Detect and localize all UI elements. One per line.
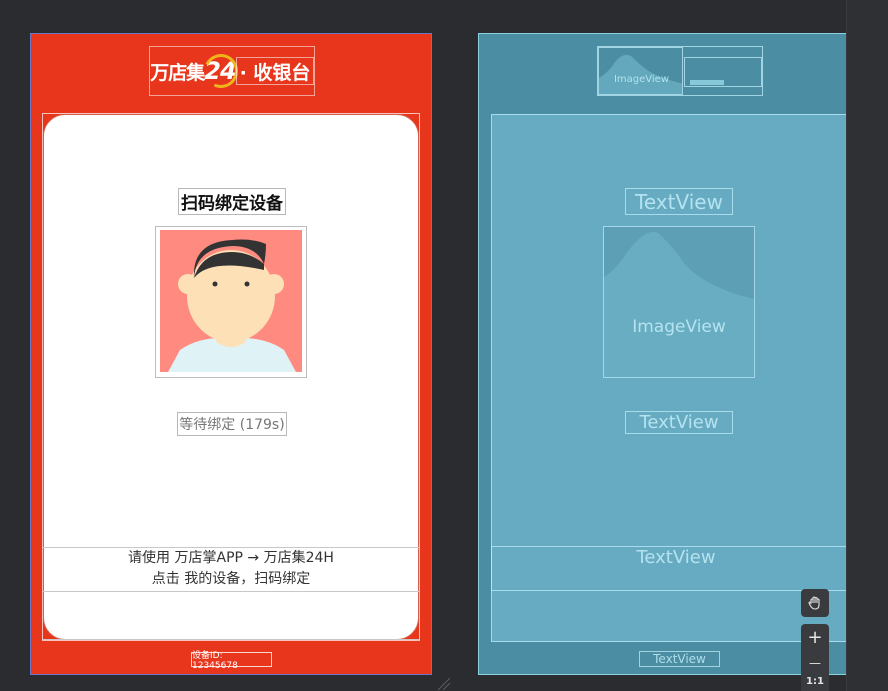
bp-logo-image-label: ImageView bbox=[613, 73, 670, 85]
logo-box[interactable]: 万店集 24 · 收银台 bbox=[149, 46, 315, 96]
bottom-spacer bbox=[43, 592, 419, 640]
brand-logo-text: 万店集 bbox=[150, 61, 205, 84]
bp-logo-box[interactable]: ImageView bbox=[597, 46, 763, 96]
bp-title-textview[interactable]: TextView bbox=[625, 188, 733, 215]
avatar-icon bbox=[168, 239, 296, 372]
image-placeholder-icon bbox=[604, 232, 754, 377]
logo-title: · 收银台 bbox=[236, 57, 314, 85]
blueprint-preview[interactable]: ImageView TextView ImageView TextView Te… bbox=[478, 33, 848, 675]
zoom-out-button[interactable]: — bbox=[801, 650, 829, 676]
bp-device-textview[interactable]: TextView bbox=[639, 651, 720, 667]
actual-size-button[interactable]: 1:1 bbox=[801, 676, 829, 691]
bp-logo-image[interactable]: ImageView bbox=[598, 47, 683, 95]
zoom-in-button[interactable]: + bbox=[801, 624, 829, 650]
zoom-toolbar: + — 1:1 bbox=[801, 624, 829, 691]
instruction-line-2: 点击 我的设备，扫码绑定 bbox=[151, 571, 311, 587]
bp-wait-textview[interactable]: TextView bbox=[625, 411, 733, 434]
bp-logo-title[interactable] bbox=[684, 57, 762, 87]
qr-image-frame[interactable] bbox=[155, 226, 307, 378]
scan-title[interactable]: 扫码绑定设备 bbox=[178, 188, 286, 215]
device-id-text[interactable]: 设备ID: 12345678 bbox=[191, 651, 272, 671]
bp-text-bar bbox=[690, 80, 724, 85]
pan-tool-button[interactable] bbox=[801, 589, 829, 617]
instruction-text[interactable]: 请使用 万店掌APP → 万店集24H 点击 我的设备，扫码绑定 bbox=[43, 547, 419, 592]
bp-imageview[interactable]: ImageView bbox=[603, 226, 755, 378]
bp-imageview-label: ImageView bbox=[632, 317, 726, 337]
vertical-scrollbar[interactable] bbox=[846, 0, 888, 691]
avatar-placeholder-image bbox=[160, 230, 302, 372]
design-preview[interactable]: 万店集 24 · 收银台 扫码绑定设备 等待绑定 (179s) 请使用 万店掌AP… bbox=[30, 33, 432, 675]
resize-handle-icon[interactable] bbox=[436, 676, 452, 691]
wait-status-text[interactable]: 等待绑定 (179s) bbox=[177, 412, 287, 436]
hand-icon bbox=[808, 596, 820, 610]
instruction-line-1: 请使用 万店掌APP → 万店集24H bbox=[128, 550, 334, 566]
bp-instruction-textview[interactable]: TextView bbox=[491, 546, 847, 591]
